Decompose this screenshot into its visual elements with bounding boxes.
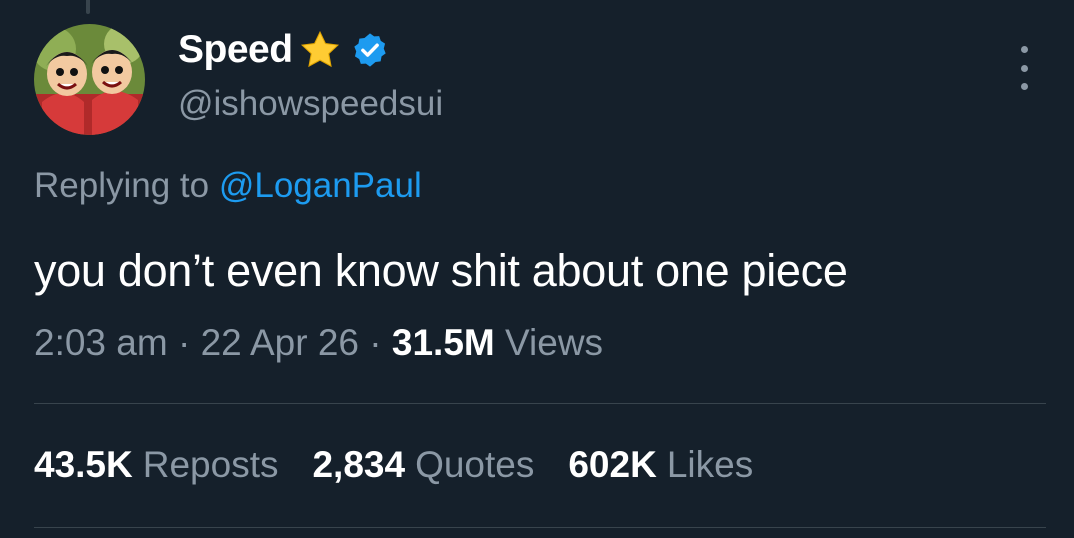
thread-connector-line [86, 0, 90, 14]
meta-separator: · [369, 322, 382, 363]
divider [34, 403, 1046, 404]
verified-icon[interactable] [351, 31, 389, 69]
reposts-stat[interactable]: 43.5K Reposts [34, 444, 278, 486]
more-icon [1020, 83, 1028, 90]
views-count: 31.5M [391, 322, 495, 363]
likes-count: 602K [568, 444, 657, 485]
author-handle[interactable]: @ishowspeedsui [178, 84, 443, 124]
author-name-row[interactable]: Speed [178, 28, 389, 72]
more-options-button[interactable] [1010, 46, 1038, 90]
tweet-meta: 2:03 am · 22 Apr 26 · 31.5M Views [34, 322, 603, 364]
views-label: Views [505, 322, 604, 363]
more-icon [1020, 46, 1028, 53]
avatar[interactable] [34, 24, 145, 135]
more-icon [1020, 64, 1028, 72]
author-display-name[interactable]: Speed [178, 28, 293, 72]
replying-to-label: Replying to [34, 166, 219, 205]
tweet-text: you don’t even know shit about one piece [34, 245, 848, 296]
quotes-count: 2,834 [312, 444, 406, 485]
likes-label: Likes [666, 444, 754, 485]
meta-separator: · [177, 322, 191, 363]
divider [34, 527, 1046, 528]
replying-to-mention[interactable]: @LoganPaul [219, 166, 422, 205]
avatar-image [34, 24, 145, 135]
reposts-label: Reposts [142, 444, 279, 485]
star-icon [299, 29, 341, 71]
quotes-stat[interactable]: 2,834 Quotes [312, 444, 534, 486]
replying-to-line: Replying to @LoganPaul [34, 166, 422, 206]
quotes-label: Quotes [415, 444, 535, 485]
likes-stat[interactable]: 602K Likes [568, 444, 753, 486]
tweet-date[interactable]: 22 Apr 26 [201, 322, 359, 363]
tweet-time[interactable]: 2:03 am [34, 322, 168, 363]
engagement-stats: 43.5K Reposts 2,834 Quotes 602K Likes [34, 444, 753, 486]
reposts-count: 43.5K [34, 444, 133, 485]
